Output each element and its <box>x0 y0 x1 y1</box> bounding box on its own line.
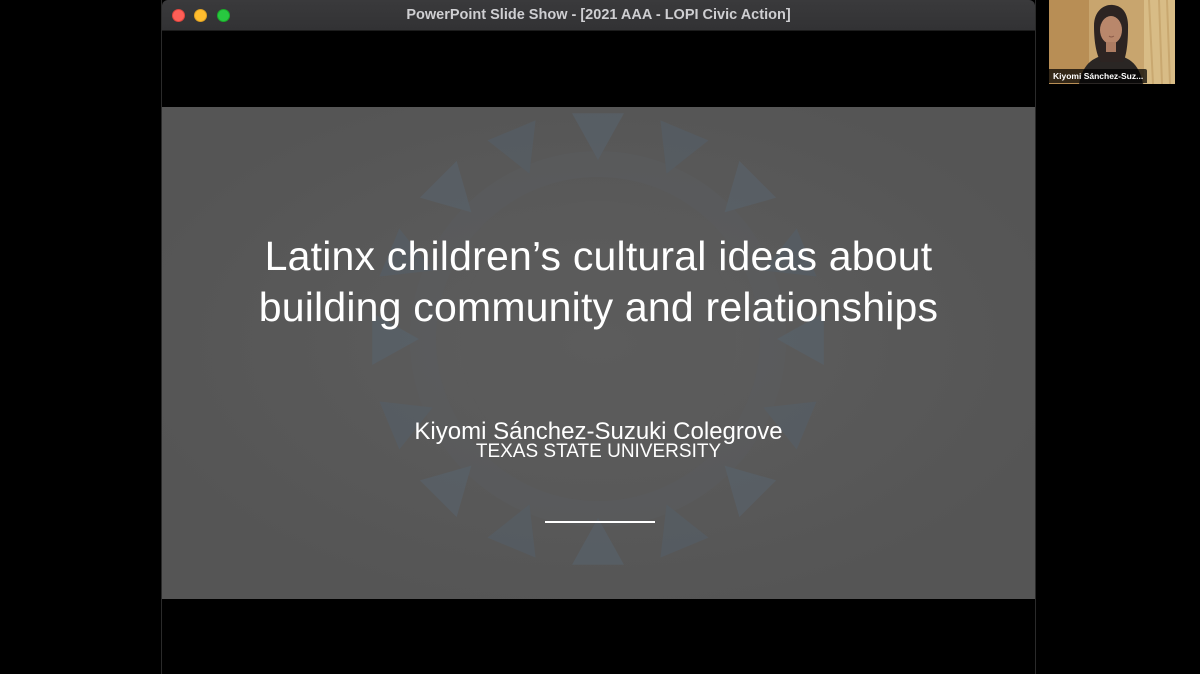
slideshow-window: PowerPoint Slide Show - [2021 AAA - LOPI… <box>161 0 1036 674</box>
presentation-slide[interactable]: Latinx children’s cultural ideas about b… <box>162 107 1035 599</box>
slide-title: Latinx children’s cultural ideas about b… <box>162 231 1035 333</box>
slide-background-emblem <box>162 107 1035 599</box>
participant-video-tile[interactable]: Kiyomi Sánchez-Suz... <box>1049 0 1175 84</box>
slide-divider <box>545 521 655 523</box>
window-title: PowerPoint Slide Show - [2021 AAA - LOPI… <box>406 7 791 23</box>
window-titlebar[interactable]: PowerPoint Slide Show - [2021 AAA - LOPI… <box>162 0 1035 31</box>
slide-title-line-2: building community and relationships <box>258 284 939 330</box>
participant-name-label: Kiyomi Sánchez-Suz... <box>1049 69 1148 83</box>
slide-title-line-1: Latinx children’s cultural ideas about <box>264 233 933 279</box>
screen: PowerPoint Slide Show - [2021 AAA - LOPI… <box>0 0 1200 674</box>
slide-affiliation: TEXAS STATE UNIVERSITY <box>475 441 722 462</box>
